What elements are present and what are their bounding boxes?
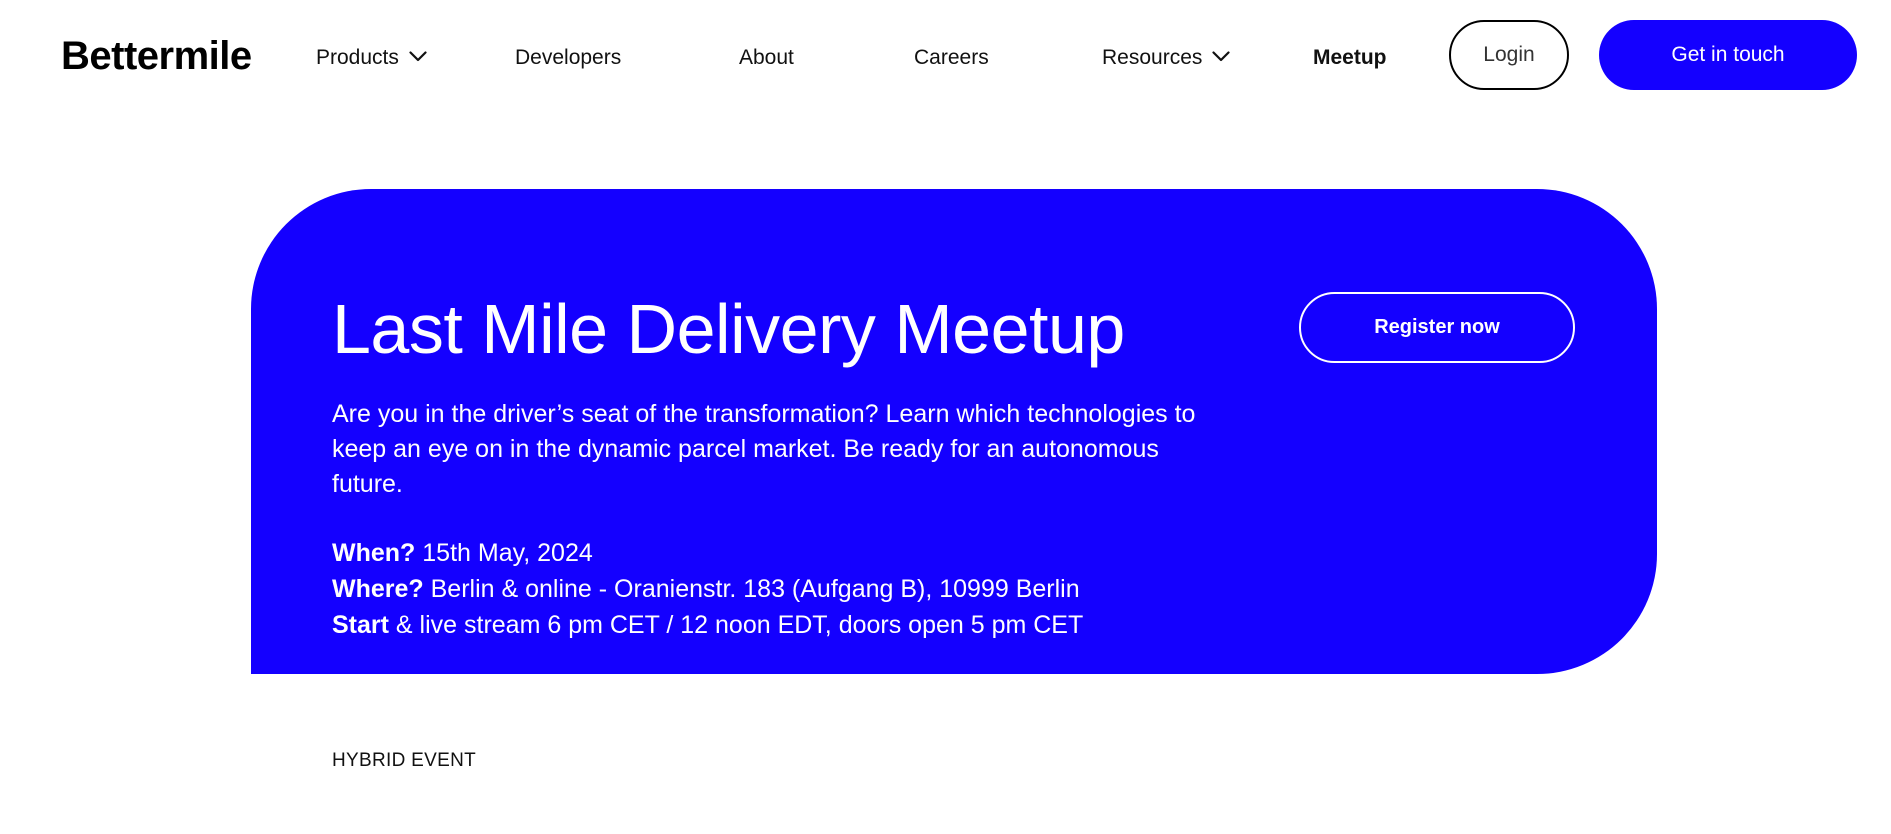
when-label: When? [332,539,416,567]
chevron-down-icon [409,42,427,70]
event-when: When? 15th May, 2024 [332,535,1083,571]
where-value: Berlin & online - Oranienstr. 183 (Aufga… [423,575,1080,603]
hero-title: Last Mile Delivery Meetup [332,290,1125,368]
nav-developers-label: Developers [515,46,622,69]
bettermile-logo[interactable]: Bettermile [61,32,252,80]
nav-meetup-label: Meetup [1313,46,1387,69]
nav-about[interactable]: About [739,44,794,72]
start-label: Start [332,611,389,639]
chevron-down-icon [1212,42,1230,70]
nav-resources[interactable]: Resources [1102,44,1230,72]
when-value: 15th May, 2024 [415,539,593,567]
nav-developers[interactable]: Developers [515,44,621,72]
where-label: Where? [332,575,424,603]
hero-banner: Last Mile Delivery Meetup Are you in the… [251,189,1657,674]
event-type-label: HYBRID EVENT [332,750,477,771]
get-in-touch-button[interactable]: Get in touch [1599,20,1857,90]
nav-careers-label: Careers [914,46,989,69]
login-button[interactable]: Login [1449,20,1569,90]
site-header: Bettermile Products Developers About Car… [0,0,1891,116]
start-value: & live stream 6 pm CET / 12 noon EDT, do… [388,611,1084,639]
event-details: When? 15th May, 2024 Where? Berlin & onl… [332,535,1083,643]
event-where: Where? Berlin & online - Oranienstr. 183… [332,571,1083,607]
nav-resources-label: Resources [1102,46,1203,69]
nav-products[interactable]: Products [316,44,427,72]
nav-about-label: About [739,46,794,69]
nav-careers[interactable]: Careers [914,44,989,72]
nav-meetup[interactable]: Meetup [1313,44,1387,72]
nav-products-label: Products [316,46,399,69]
register-now-button[interactable]: Register now [1299,292,1575,363]
event-start: Start & live stream 6 pm CET / 12 noon E… [332,607,1083,643]
hero-description: Are you in the driver’s seat of the tran… [332,400,1196,498]
